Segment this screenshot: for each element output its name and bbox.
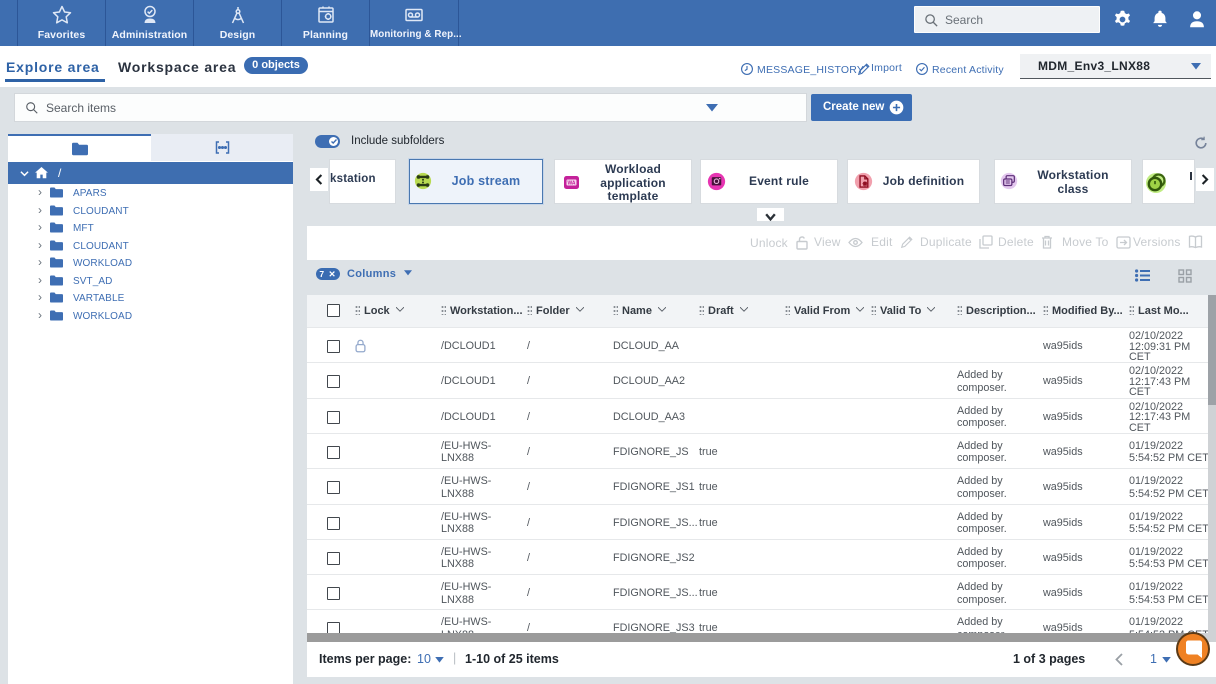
svg-text:WA: WA: [567, 181, 575, 187]
